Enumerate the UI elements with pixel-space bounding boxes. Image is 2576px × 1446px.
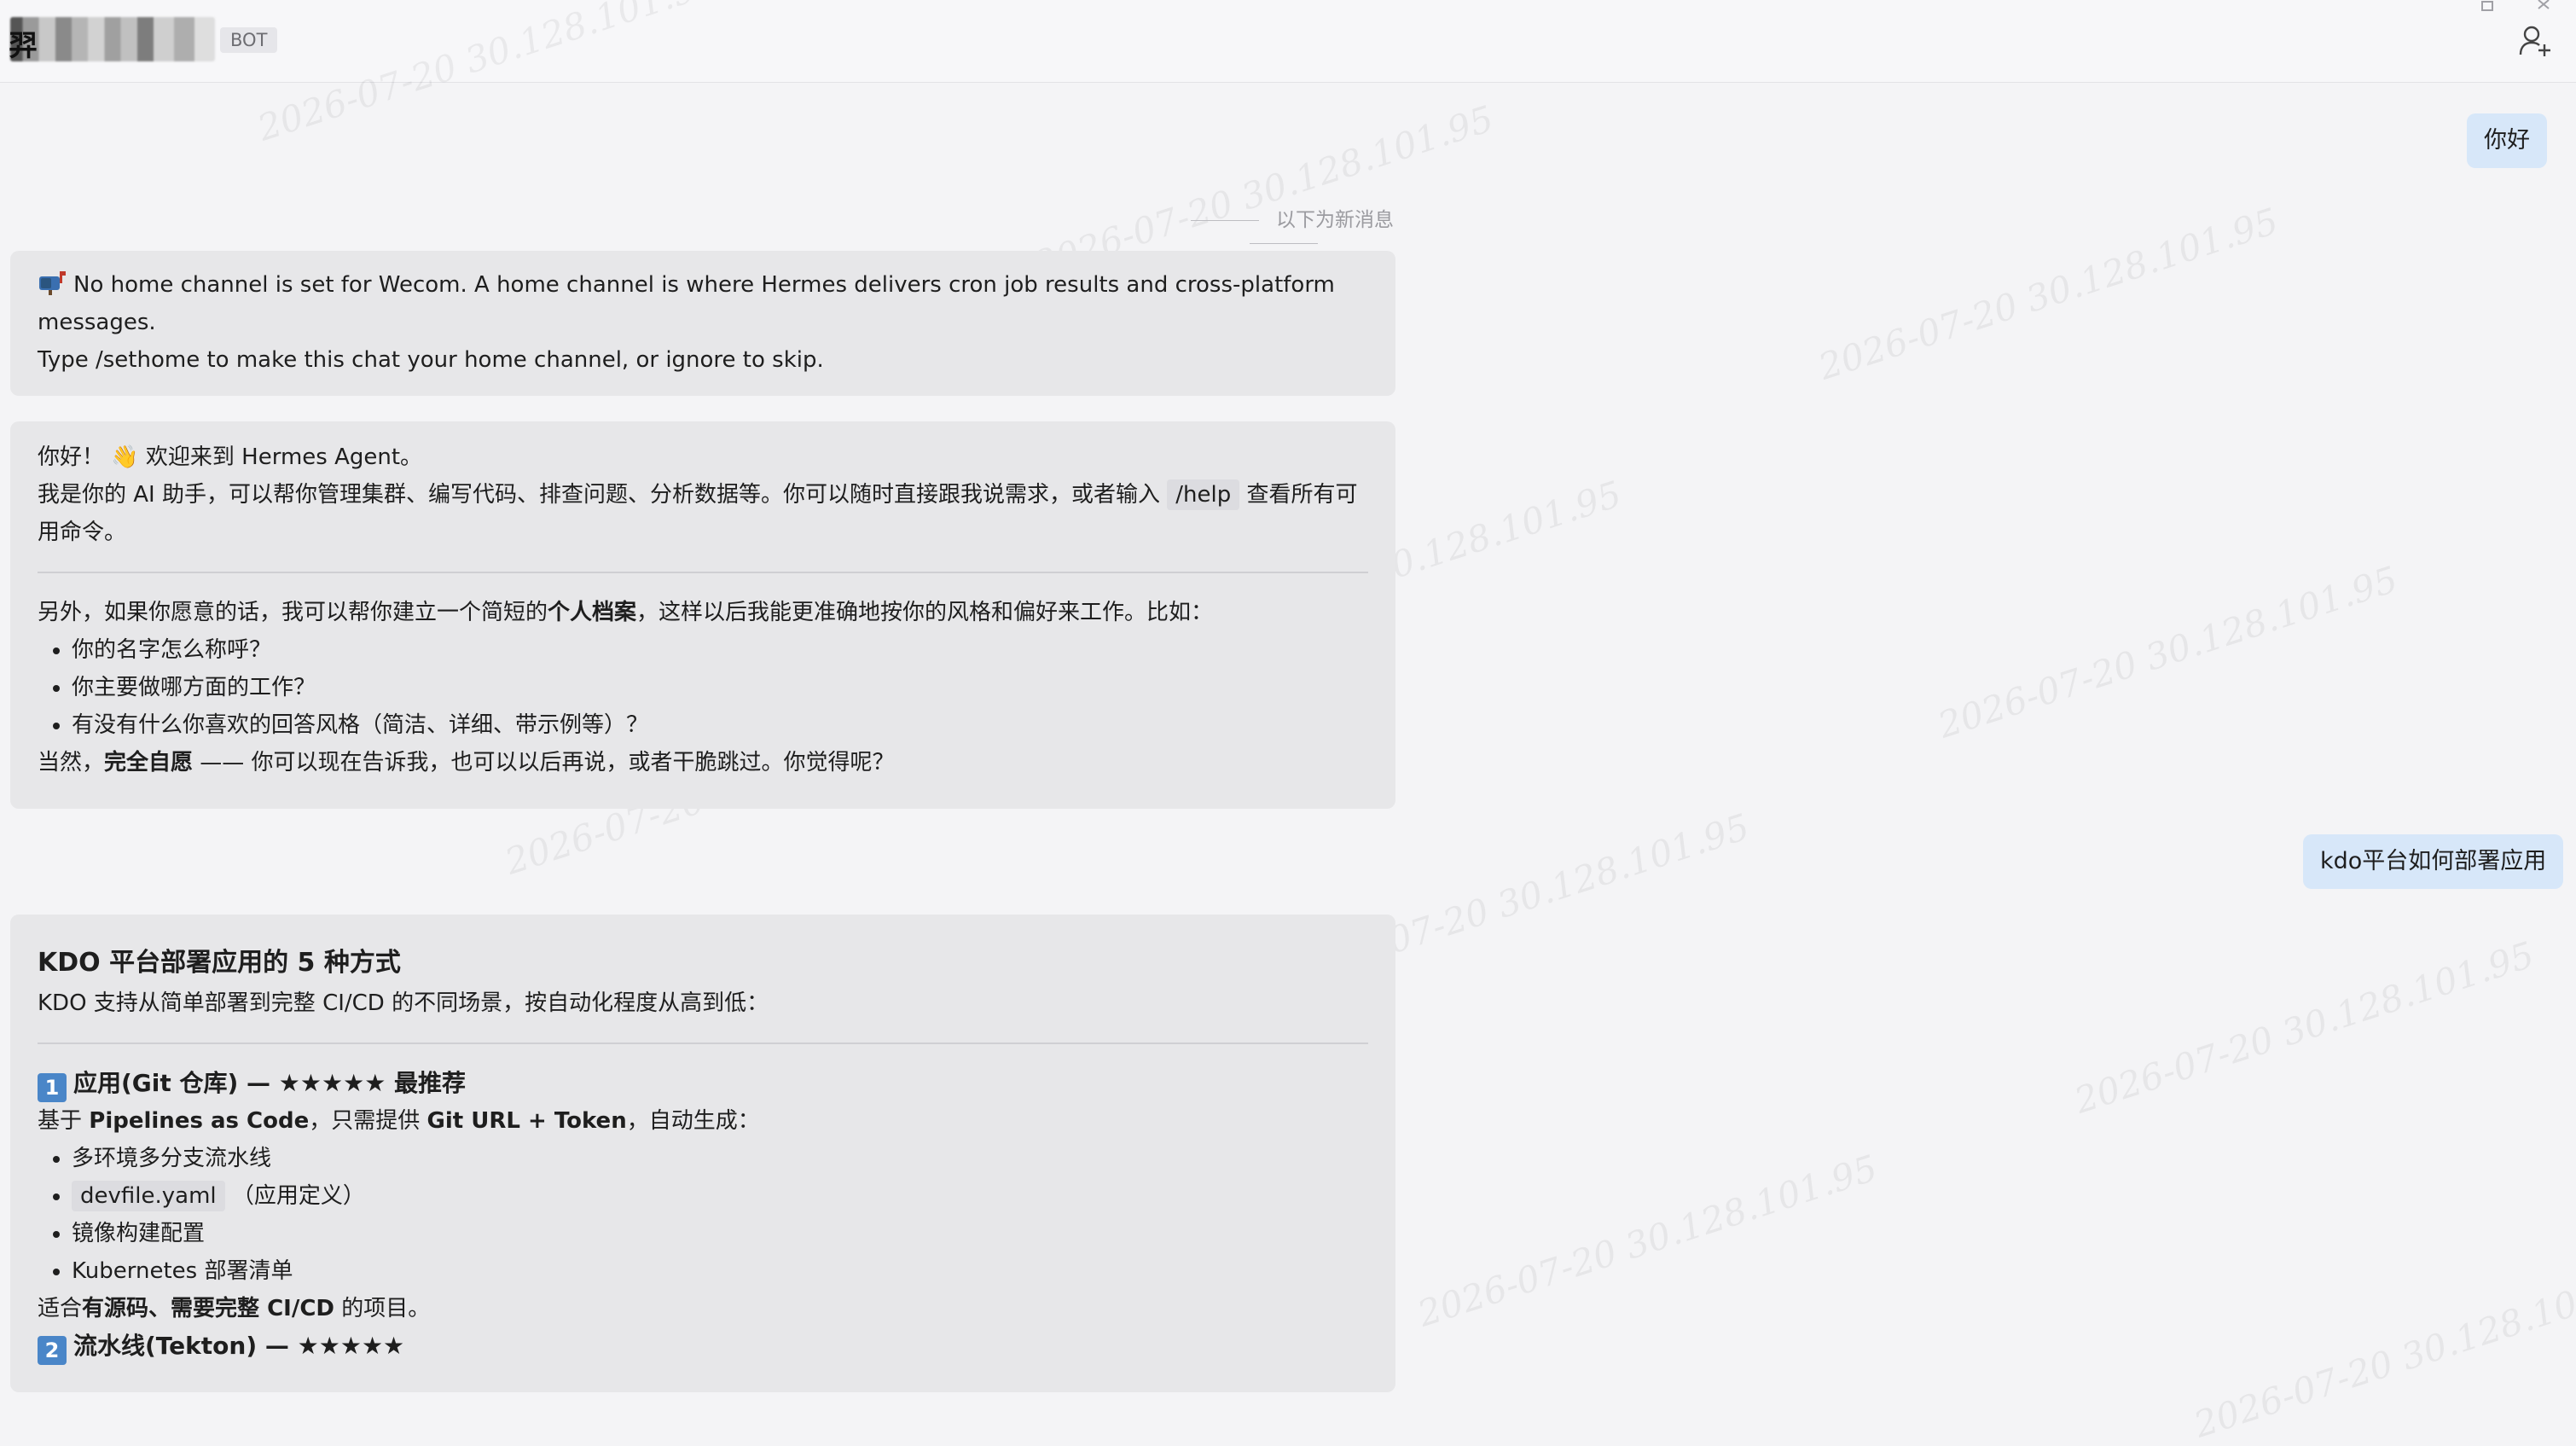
section-1-fit: 适合 — [38, 1296, 83, 1321]
wave-emoji: 👋 — [111, 444, 139, 470]
profile-question-list: 你的名字怎么称呼？ 你主要做哪方面的工作？ 有没有什么你喜欢的回答风格（简洁、详… — [38, 631, 1368, 744]
bot-badge: BOT — [220, 27, 278, 53]
closing-text-end: —— 你可以现在告诉我，也可以以后再说，或者干脆跳过。你觉得呢？ — [193, 750, 895, 775]
list-item: 你主要做哪方面的工作？ — [72, 669, 1368, 706]
answer-intro: KDO 支持从简单部署到完整 CI/CD 的不同场景，按自动化程度从高到低： — [38, 990, 769, 1016]
watermark: 2026-07-20 30.128.101.95 — [2069, 933, 2539, 1122]
divider — [38, 572, 1368, 573]
answer-title: KDO 平台部署应用的 5 种方式 — [38, 948, 401, 978]
list-item: 有没有什么你喜欢的回答风格（简洁、详细、带示例等）？ — [72, 706, 1368, 744]
section-1-desc: ，自动生成： — [626, 1108, 760, 1134]
keycap-2-icon: 2 — [38, 1336, 67, 1365]
section-1-list: 多环境多分支流水线 devfile.yaml （应用定义） 镜像构建配置 Kub… — [38, 1140, 1368, 1290]
section-1-fit-bold: 有源码、需要完整 CI/CD — [82, 1296, 334, 1321]
profile-bold: 个人档案 — [548, 600, 637, 625]
bot-notice-bubble: No home channel is set for Wecom. A home… — [10, 251, 1395, 396]
chat-avatar-blurred — [10, 17, 215, 61]
list-item: 你的名字怎么称呼？ — [72, 631, 1368, 669]
list-item: Kubernetes 部署清单 — [72, 1252, 1368, 1290]
notice-line-1: No home channel is set for Wecom. A home… — [38, 272, 1335, 335]
watermark: 2026-07-20 30.128.101.95 — [1933, 558, 2403, 746]
user-message-bubble: 你好 — [2467, 113, 2547, 168]
user-question-bubble: kdo平台如何部署应用 — [2303, 834, 2564, 889]
section-1-title: 应用(Git 仓库) — ★★★★★ 最推荐 — [73, 1069, 467, 1097]
add-user-icon[interactable] — [2518, 24, 2552, 58]
closing-bold: 完全自愿 — [104, 750, 194, 775]
profile-text-end: ，这样以后我能更准确地按你的风格和偏好来工作。比如： — [636, 600, 1214, 625]
list-item: 多环境多分支流水线 — [72, 1140, 1368, 1177]
help-command-code: /help — [1167, 479, 1240, 510]
closing-text: 当然， — [38, 750, 105, 775]
devfile-code: devfile.yaml — [72, 1181, 225, 1211]
restore-icon[interactable] — [2479, 0, 2498, 13]
keycap-1-icon: 1 — [38, 1073, 67, 1102]
welcome-intro: 我是你的 AI 助手，可以帮你管理集群、编写代码、排查问题、分析数据等。你可以随… — [38, 482, 1160, 508]
bot-answer-bubble: KDO 平台部署应用的 5 种方式 KDO 支持从简单部署到完整 CI/CD 的… — [10, 915, 1395, 1392]
divider — [38, 1042, 1368, 1044]
list-item: devfile.yaml （应用定义） — [72, 1177, 1368, 1215]
section-1-desc: ，只需提供 — [309, 1108, 427, 1134]
section-1-desc-bold: Git URL + Token — [426, 1108, 627, 1134]
new-messages-label: 以下为新消息 — [1276, 209, 1394, 231]
profile-text: 另外，如果你愿意的话，我可以帮你建立一个简短的 — [38, 600, 548, 625]
welcome-greeting: 你好！ — [38, 444, 105, 470]
list-item-text: （应用定义） — [231, 1183, 365, 1209]
section-1-desc-bold: Pipelines as Code — [89, 1108, 310, 1134]
section-1-desc: 基于 — [38, 1108, 90, 1134]
welcome-text: 欢迎来到 Hermes Agent。 — [145, 444, 423, 470]
watermark: 2026-07-20 30.128.101.95 — [2189, 1257, 2576, 1446]
new-messages-divider: 以下为新消息 — [1134, 203, 1433, 254]
section-1-fit: 的项目。 — [334, 1296, 431, 1321]
section-2-title: 流水线(Tekton) — ★★★★★ — [73, 1332, 405, 1360]
watermark: 2026-07-20 30.128.101.95 — [1813, 200, 2283, 388]
notice-line-2: Type /sethome to make this chat your hom… — [38, 347, 824, 373]
watermark: 2026-07-20 30.128.101.95 — [1413, 1147, 1883, 1335]
chat-title: 羿 — [9, 29, 38, 63]
chat-header: 羿 BOT — [0, 0, 2576, 83]
close-icon[interactable] — [2535, 0, 2556, 13]
bot-welcome-bubble: 你好！ 👋 欢迎来到 Hermes Agent。 我是你的 AI 助手，可以帮你… — [10, 421, 1395, 809]
mailbox-icon — [39, 271, 66, 295]
list-item: 镜像构建配置 — [72, 1215, 1368, 1252]
